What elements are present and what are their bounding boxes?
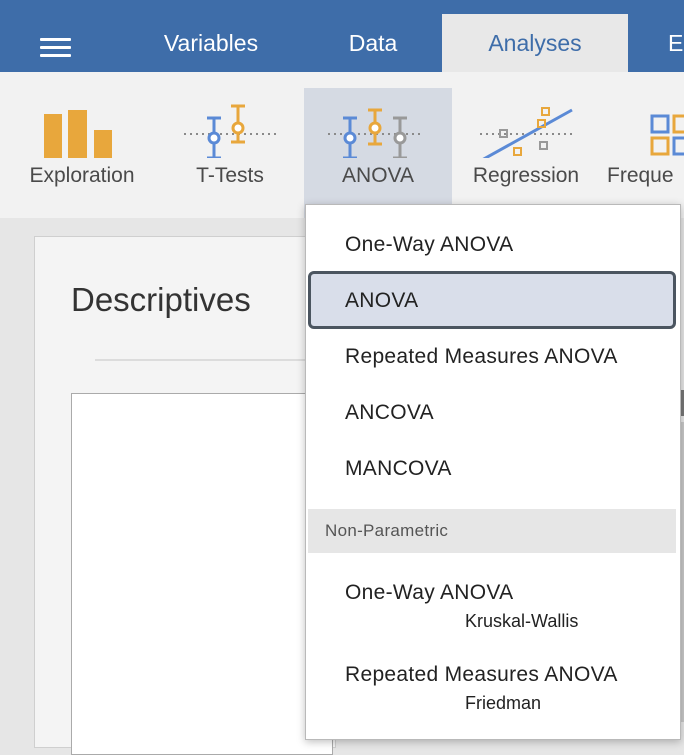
tab-variables[interactable]: Variables [140, 14, 282, 72]
frequencies-button[interactable]: Freque [600, 88, 684, 218]
anova-dropdown-menu: One-Way ANOVA ANOVA Repeated Measures AN… [305, 204, 681, 740]
exploration-button[interactable]: Exploration [8, 88, 156, 218]
frequencies-label: Freque [607, 164, 674, 187]
menu-item-one-way-anova[interactable]: One-Way ANOVA [308, 217, 676, 273]
tab-edit-partial[interactable]: E [660, 14, 684, 72]
menu-item-friedman[interactable]: Repeated Measures ANOVA Friedman [308, 649, 676, 721]
exploration-label: Exploration [29, 164, 135, 187]
frequencies-icon [600, 96, 684, 158]
regression-icon [452, 96, 600, 162]
anova-button[interactable]: ANOVA [304, 88, 452, 218]
menu-item-kruskal-wallis[interactable]: One-Way ANOVA Kruskal-Wallis [308, 567, 676, 639]
regression-label: Regression [472, 164, 580, 187]
ttests-button[interactable]: T-Tests [156, 88, 304, 218]
page-title: Descriptives [71, 281, 251, 318]
menu-item-mancova[interactable]: MANCOVA [308, 441, 676, 497]
ttests-icon [156, 96, 304, 160]
tab-analyses[interactable]: Analyses [442, 14, 628, 72]
section-header-non-parametric: Non-Parametric [308, 509, 676, 553]
hamburger-menu-icon[interactable] [40, 38, 71, 58]
exploration-bars-icon [8, 96, 156, 158]
anova-label: ANOVA [342, 164, 414, 187]
menu-item-anova[interactable]: ANOVA [308, 271, 676, 329]
analyses-ribbon: Exploration T-Tests ANOVA Regression Fre… [0, 72, 684, 218]
anova-icon [304, 96, 452, 160]
regression-button[interactable]: Regression [452, 88, 600, 218]
menu-item-repeated-measures-anova[interactable]: Repeated Measures ANOVA [308, 329, 676, 385]
menu-item-ancova[interactable]: ANCOVA [308, 385, 676, 441]
tab-data[interactable]: Data [318, 14, 428, 72]
analysis-options-panel: Descriptives [34, 236, 345, 755]
ttests-label: T-Tests [196, 164, 264, 187]
variable-list-box[interactable] [71, 393, 333, 755]
